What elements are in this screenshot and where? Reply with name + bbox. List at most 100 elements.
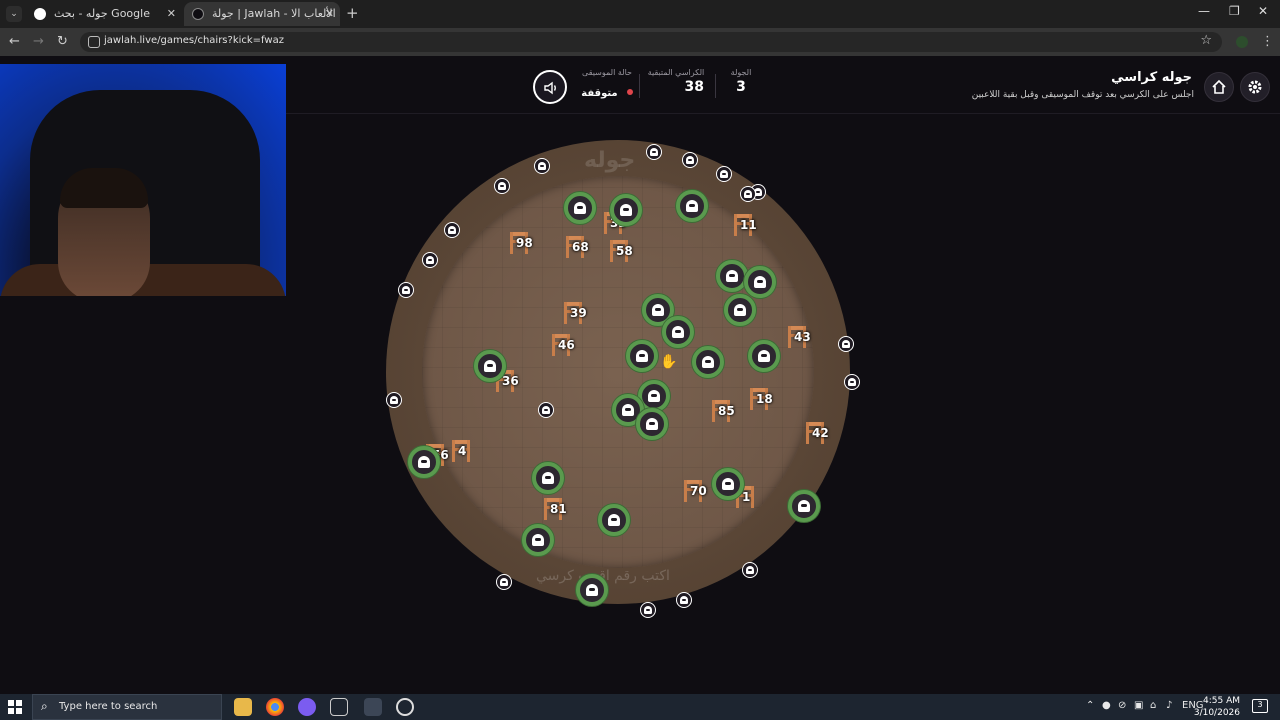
tab-title: جولة | Jawlah - منصة الألعاب الا... [212, 7, 340, 20]
ghost-icon [842, 340, 850, 348]
chair-number: 4 [458, 444, 467, 458]
ghost-icon [720, 170, 728, 178]
chair-number: 43 [794, 330, 811, 344]
ghost-icon [500, 578, 508, 586]
home-icon [1212, 79, 1226, 94]
forward-icon[interactable]: → [33, 34, 44, 49]
player-avatar [494, 178, 510, 194]
player-avatar [538, 402, 554, 418]
webcam-overlay [0, 64, 286, 296]
ghost-icon [418, 456, 430, 468]
ghost-icon [532, 534, 544, 546]
ghost-icon [498, 182, 506, 190]
chair-number: 11 [740, 218, 757, 232]
settings-button[interactable] [1240, 72, 1270, 102]
url-field[interactable]: jawlah.live/games/chairs?kick=fwaz ☆ [80, 32, 1222, 52]
ghost-icon [636, 350, 648, 362]
home-button[interactable] [1204, 72, 1234, 102]
player-avatar [576, 574, 608, 606]
ghost-icon [426, 256, 434, 264]
tray-chevron-icon[interactable]: ⌃ [1086, 700, 1094, 711]
ghost-icon [758, 350, 770, 362]
ghost-icon [586, 584, 598, 596]
new-tab-button[interactable]: + [346, 4, 359, 22]
stat-divider [715, 74, 716, 98]
reload-icon[interactable]: ↻ [57, 34, 68, 49]
bookmark-star-icon[interactable]: ☆ [1200, 33, 1212, 48]
app-icon[interactable] [298, 698, 316, 716]
player-avatar [522, 524, 554, 556]
chair-number: 68 [572, 240, 589, 254]
display-icon[interactable]: ▣ [1134, 700, 1143, 711]
network-off-icon[interactable]: ⊘ [1118, 700, 1126, 711]
site-info-icon[interactable] [88, 36, 100, 48]
ghost-icon [650, 148, 658, 156]
ghost-icon [542, 406, 550, 414]
url-text: jawlah.live/games/chairs?kick=fwaz [104, 35, 284, 46]
ghost-icon [746, 566, 754, 574]
player-avatar [610, 194, 642, 226]
ghost-icon [448, 226, 456, 234]
game-board[interactable]: جوله اكتب رقم اقرب كرسي 3311986858394346… [386, 140, 860, 618]
ghost-icon [672, 326, 684, 338]
back-icon[interactable]: ← [9, 34, 20, 49]
player-avatar [740, 186, 756, 202]
jawlah-icon [192, 8, 204, 20]
notification-icon[interactable]: 3 [1252, 699, 1268, 713]
tab-jawlah[interactable]: جولة | Jawlah - منصة الألعاب الا... ✕ [184, 2, 340, 26]
sound-toggle-button[interactable] [533, 70, 567, 104]
obs-icon[interactable] [396, 698, 414, 716]
speaker-icon [544, 81, 556, 95]
hand-cursor-icon: ✋ [660, 354, 678, 370]
address-bar: ← → ↻ jawlah.live/games/chairs?kick=fwaz… [0, 28, 1280, 56]
ghost-icon [702, 356, 714, 368]
microphone-icon[interactable]: ● [1102, 700, 1111, 711]
network-icon[interactable]: ⌂ [1150, 700, 1156, 711]
close-window-button[interactable]: ✕ [1258, 4, 1268, 18]
profile-avatar[interactable] [1236, 36, 1248, 48]
file-explorer-icon[interactable] [234, 698, 252, 716]
chair-number: 85 [718, 404, 735, 418]
chrome-active-icon[interactable] [364, 698, 382, 716]
player-avatar [386, 392, 402, 408]
taskbar-search[interactable]: ⌕ Type here to search [32, 694, 222, 720]
windows-start-icon[interactable] [8, 700, 22, 714]
player-avatar [444, 222, 460, 238]
ghost-icon [542, 472, 554, 484]
browser-tab-bar: ⌄ جوله - بحث Google ✕ جولة | Jawlah - من… [0, 0, 1280, 28]
ghost-icon [686, 156, 694, 164]
menu-icon[interactable]: ⋮ [1261, 34, 1274, 49]
game-title: جوله كراسي [1111, 70, 1192, 85]
minimize-button[interactable]: — [1198, 4, 1210, 18]
chair-number: 70 [690, 484, 707, 498]
restore-button[interactable]: ❐ [1229, 4, 1240, 18]
player-avatar [716, 260, 748, 292]
player-avatar [716, 166, 732, 182]
ghost-icon [622, 404, 634, 416]
chrome-icon[interactable] [266, 698, 284, 716]
ghost-icon [848, 378, 856, 386]
round-label: الجولة [730, 68, 752, 77]
player-avatar [692, 346, 724, 378]
tab-search-button[interactable]: ⌄ [6, 6, 22, 22]
chairs-value: 38 [684, 79, 704, 95]
ghost-icon [484, 360, 496, 372]
volume-icon[interactable]: ♪ [1166, 700, 1172, 711]
webcam-hair [60, 168, 148, 208]
clock[interactable]: 4:55 AM 3/10/2026 [1194, 695, 1240, 719]
music-label: حالة الموسيقى [582, 68, 632, 77]
player-avatar [676, 592, 692, 608]
close-icon[interactable]: ✕ [325, 2, 334, 26]
ghost-icon [648, 390, 660, 402]
search-placeholder: Type here to search [59, 701, 158, 712]
round-stat: الجولة 3 [726, 68, 756, 95]
player-avatar [534, 158, 550, 174]
chairs-label: الكراسي المتبقية [647, 68, 705, 77]
chair-number: 1 [742, 490, 751, 504]
ghost-icon [722, 478, 734, 490]
clock-date: 3/10/2026 [1193, 708, 1240, 718]
ghost-icon [726, 270, 738, 282]
close-icon[interactable]: ✕ [167, 2, 176, 26]
tab-google-search[interactable]: جوله - بحث Google ✕ [26, 2, 182, 26]
app-window-icon[interactable] [330, 698, 348, 716]
